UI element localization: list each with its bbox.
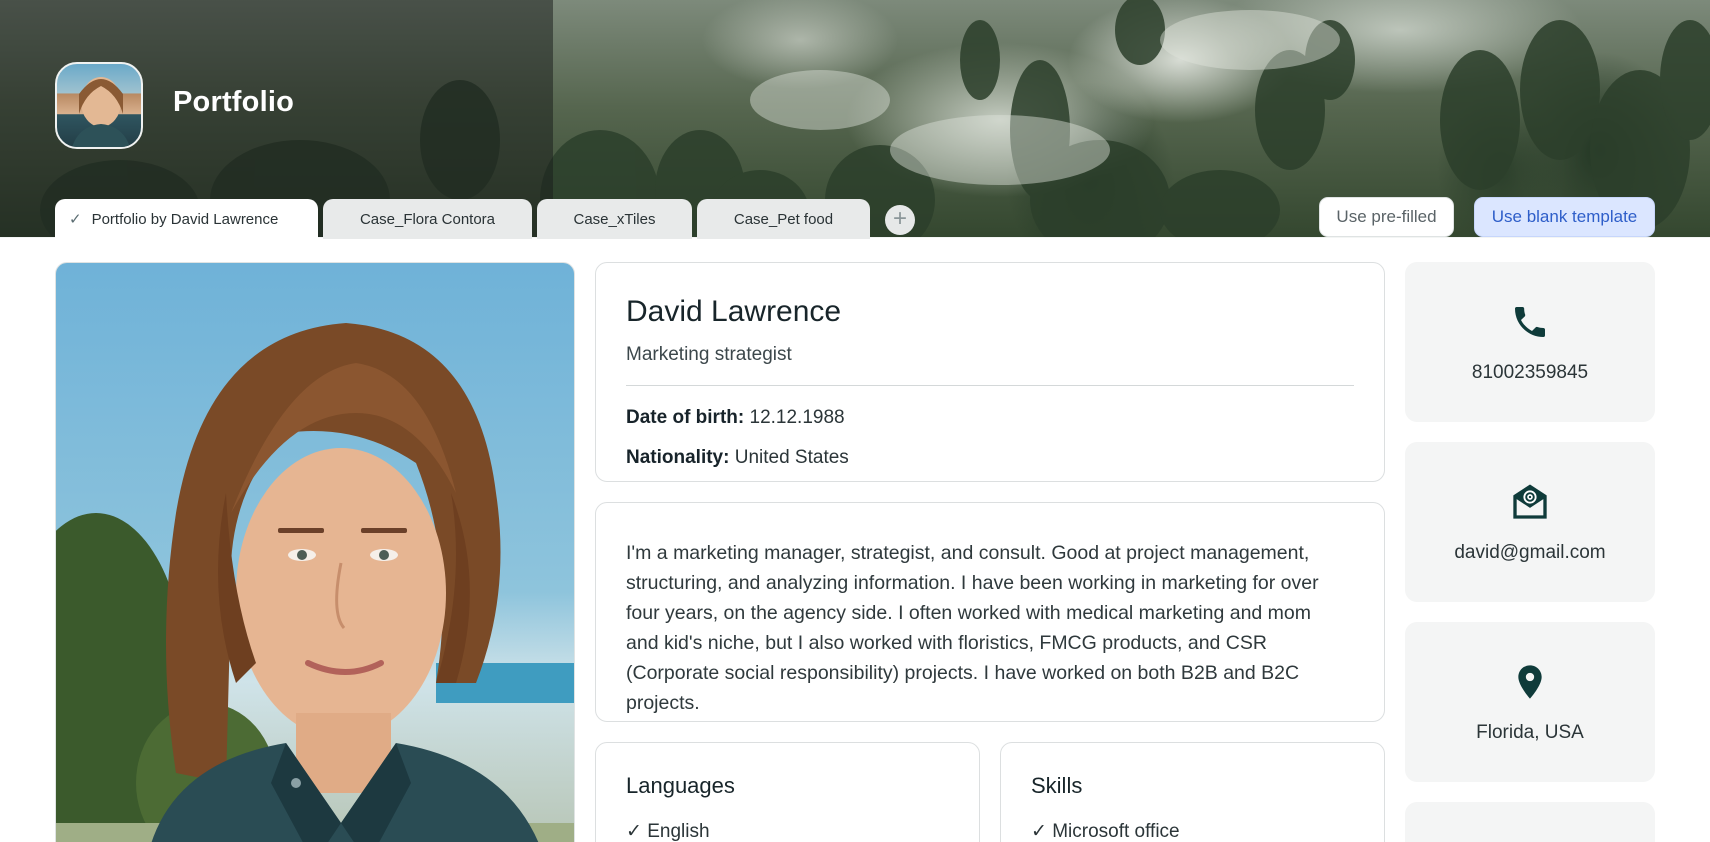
tab-label: Case_Pet food: [733, 210, 834, 228]
plus-icon: +: [892, 205, 907, 232]
avatar-portrait-image: [72, 77, 130, 147]
contact-email[interactable]: david@gmail.com: [1405, 442, 1655, 602]
date-of-birth-value: 12.12.1988: [749, 407, 845, 428]
profile-name: David Lawrence: [626, 295, 842, 328]
date-of-birth: Date of birth: 12.12.1988: [626, 407, 845, 429]
skill-item: ✓ Microsoft office: [1031, 821, 1180, 842]
profile-role: Marketing strategist: [626, 344, 792, 365]
contact-phone[interactable]: 81002359845: [1405, 262, 1655, 422]
profile-card: David Lawrence Marketing strategist Date…: [595, 262, 1385, 482]
profile-photo-image: [56, 323, 574, 842]
bio-text: I'm a marketing manager, strategist, and…: [626, 542, 1319, 714]
tab-case-flora-contora[interactable]: Case_Flora Contora: [323, 199, 532, 239]
nationality: Nationality: United States: [626, 447, 849, 469]
page-title: Portfolio: [173, 86, 295, 118]
email-icon: [1513, 484, 1547, 519]
tab-case-pet-food[interactable]: Case_Pet food: [697, 199, 870, 239]
location-pin-icon: [1518, 665, 1542, 699]
nationality-value: United States: [734, 447, 849, 468]
add-tab-button[interactable]: +: [885, 205, 915, 235]
location-value: Florida, USA: [1476, 722, 1584, 743]
skills-title: Skills: [1031, 773, 1083, 798]
use-prefilled-button[interactable]: Use pre-filled: [1319, 197, 1454, 237]
skills-card: Skills ✓ Microsoft office: [1000, 742, 1385, 842]
language-item: ✓ English: [626, 821, 710, 842]
avatar[interactable]: [55, 62, 143, 149]
date-of-birth-label: Date of birth:: [626, 407, 745, 428]
contact-card-extra[interactable]: [1405, 802, 1655, 842]
tab-label: Case_xTiles: [573, 210, 656, 228]
profile-photo: [55, 262, 575, 842]
languages-title: Languages: [626, 773, 735, 798]
contact-location[interactable]: Florida, USA: [1405, 622, 1655, 782]
check-icon: ✓: [69, 211, 82, 228]
nationality-label: Nationality:: [626, 447, 730, 468]
languages-card: Languages ✓ English: [595, 742, 980, 842]
divider: [626, 385, 1354, 386]
phone-value: 81002359845: [1471, 362, 1589, 383]
tab-portfolio[interactable]: ✓ Portfolio by David Lawrence: [55, 199, 318, 239]
phone-icon: [1515, 307, 1545, 337]
bio-card: I'm a marketing manager, strategist, and…: [595, 502, 1385, 722]
email-value: david@gmail.com: [1454, 542, 1606, 563]
use-blank-template-button[interactable]: Use blank template: [1474, 197, 1655, 237]
tab-label: Portfolio by David Lawrence: [91, 210, 279, 228]
tab-case-xtiles[interactable]: Case_xTiles: [537, 199, 692, 239]
tab-label: Case_Flora Contora: [359, 210, 496, 228]
